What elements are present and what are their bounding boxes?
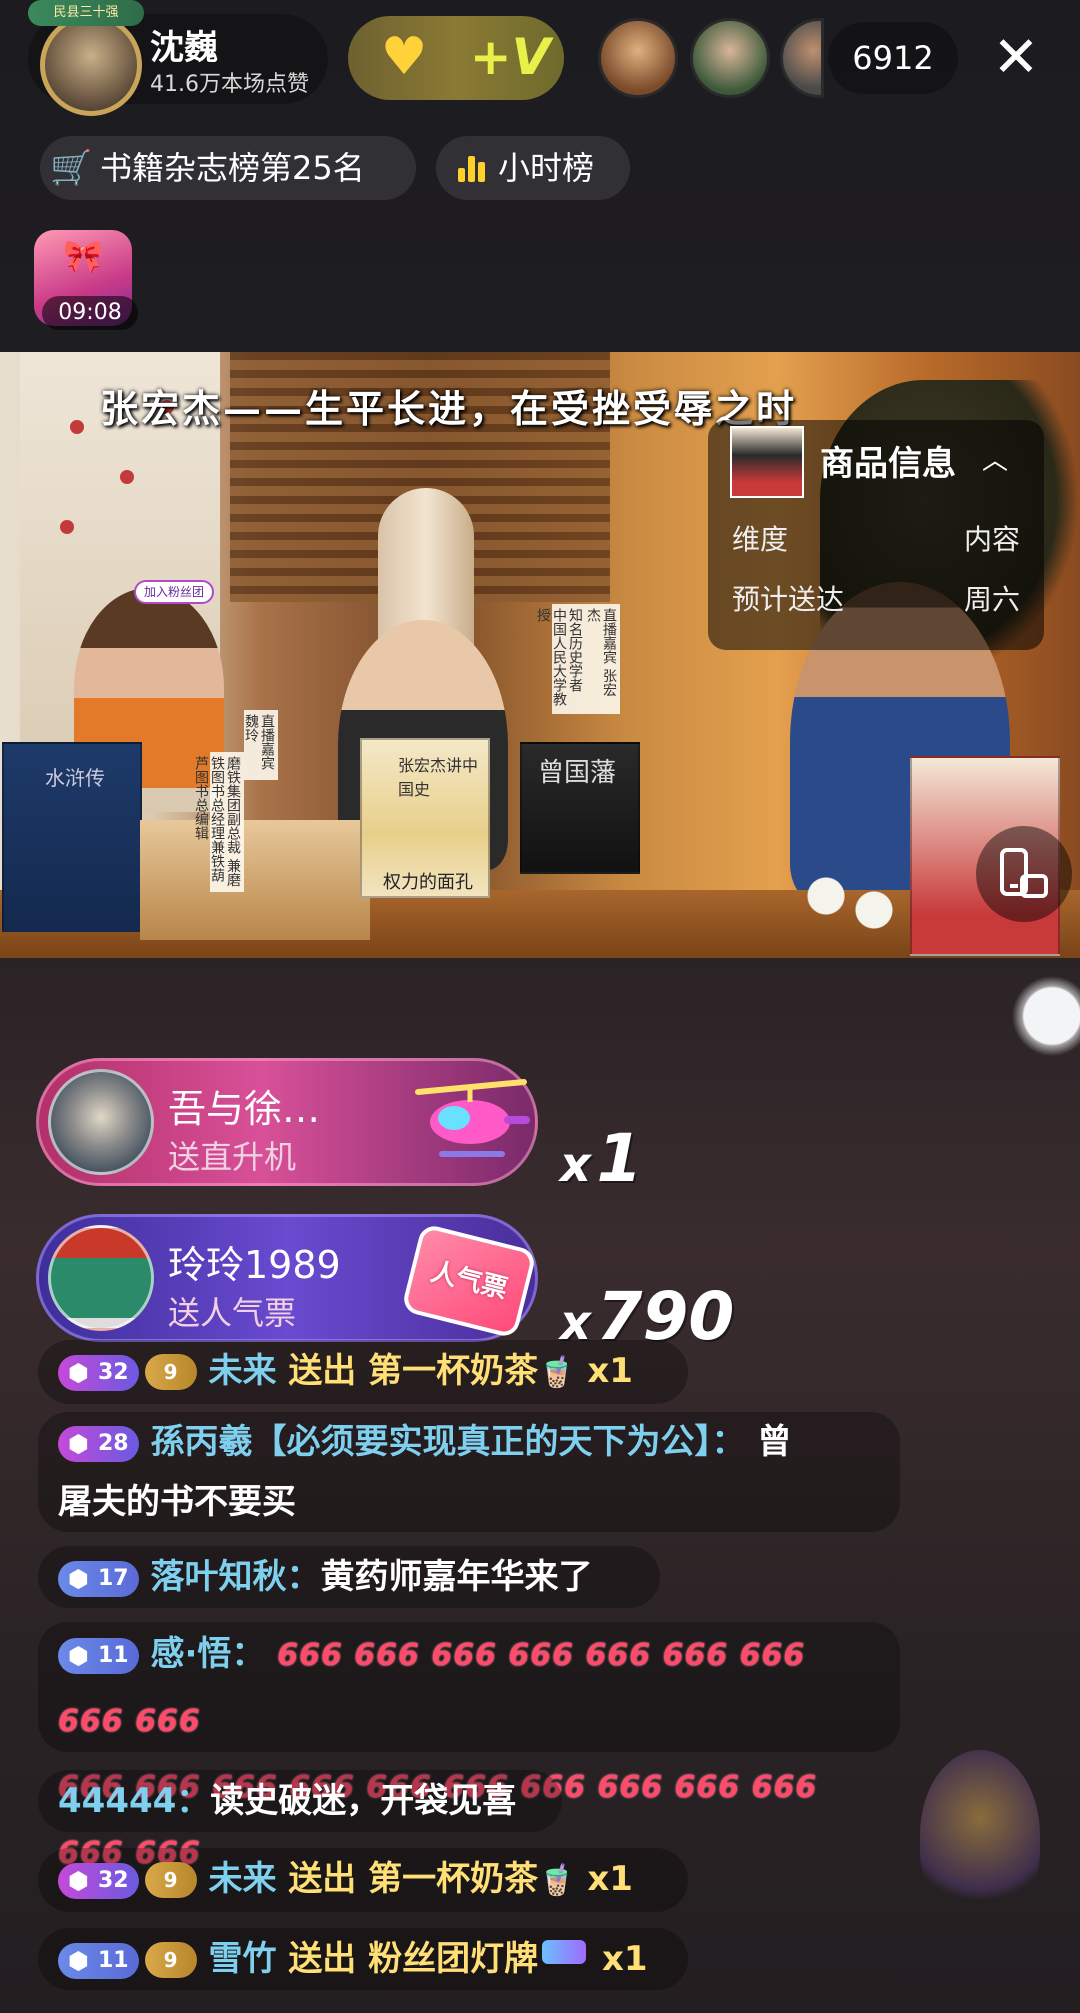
book-title: 水浒传 [45, 766, 105, 790]
gift-name: 粉丝团灯牌 [368, 1939, 539, 1979]
chat-username[interactable]: 孫丙羲【必须要实现真正的天下为公】： [150, 1422, 745, 1462]
user-level-badge: 32 [58, 1863, 139, 1899]
combo-x: x [560, 1137, 591, 1193]
host-likes-count: 41.6万本场点赞 [150, 72, 309, 97]
gift-sender-avatar[interactable] [48, 1069, 154, 1175]
chat-message[interactable]: 329 未来 送出 第一杯奶茶🧋 x1 [38, 1848, 688, 1912]
chat-username[interactable]: 雪竹 [208, 1939, 276, 1979]
rotate-screen-icon[interactable] [998, 846, 1048, 902]
gift-sender-avatar[interactable] [48, 1225, 154, 1331]
gift-count: x1 [587, 1351, 633, 1391]
user-level-badge: 11 [58, 1638, 139, 1674]
teacups [790, 868, 910, 938]
product-key: 预计送达 [732, 583, 845, 616]
gift-action: 送人气票 [168, 1294, 297, 1332]
chat-username[interactable]: 落叶知秋： [150, 1557, 320, 1597]
red-packet-timer: 09:08 [42, 296, 138, 330]
chat-message[interactable]: 119 雪竹 送出 粉丝团灯牌 x1 [38, 1928, 688, 1990]
host-title-plate: 磨铁集团副总裁 兼磨铁图书总经理兼铁葫芦图书总编辑 [193, 752, 244, 892]
host-name[interactable]: 沈巍 [150, 20, 218, 69]
chevron-up-icon[interactable]: ︿ [982, 440, 1008, 477]
chat-text: 屠夫的书不要买 [58, 1482, 296, 1522]
chat-username[interactable]: 44444： [58, 1781, 210, 1821]
user-level-badge: 11 [58, 1943, 139, 1979]
gift-sender-name: 玲玲1989 [168, 1243, 341, 1287]
gift-action: 送直升机 [168, 1138, 297, 1176]
user-level-badge: 32 [58, 1355, 139, 1391]
chat-message[interactable]: 17 落叶知秋：黄药师嘉年华来了 [38, 1546, 660, 1608]
chat-message[interactable]: 44444：读史破迷，开袋见喜 [38, 1770, 562, 1832]
chat-username[interactable]: 感·悟： [150, 1634, 265, 1674]
chat-text: 曾 [757, 1422, 792, 1462]
bow-icon: 🎀 [63, 237, 103, 275]
user-level-badge: 17 [58, 1561, 139, 1597]
gift-verb: 送出 [288, 1939, 357, 1979]
fan-club-badge: 9 [144, 1354, 197, 1390]
guest-nameplate: 直播嘉宾 张宏杰 [585, 604, 620, 714]
helicopter-icon [415, 1079, 530, 1157]
milk-tea-icon: 🧋 [538, 1863, 576, 1898]
book-rank-pill[interactable]: 书籍杂志榜第25名 [40, 136, 416, 200]
host-avatar[interactable] [40, 14, 142, 116]
join-fan-badge[interactable]: 加入粉丝团 [134, 580, 214, 604]
gift-name: 第一杯奶茶 [368, 1859, 539, 1899]
chat-message[interactable]: 329 未来 送出 第一杯奶茶🧋 x1 [38, 1340, 688, 1404]
heart-plus-icon[interactable]: ♥ [372, 30, 436, 84]
gift-verb: 送出 [288, 1859, 357, 1899]
light-sign-icon [542, 1940, 587, 1964]
gift-sender-name: 吾与徐… [168, 1087, 321, 1131]
viewer-avatar[interactable] [690, 18, 770, 98]
chat-username[interactable]: 未来 [208, 1859, 276, 1899]
combo-number: 1 [596, 1120, 643, 1197]
viewer-avatar[interactable] [598, 18, 678, 98]
gift-combo-count: x 1 [560, 1120, 642, 1197]
guest-title-plate: 知名历史学者 中国人民大学教授 [535, 604, 586, 714]
shopping-cart-icon: 🛒 [50, 148, 93, 188]
mascot-icon[interactable] [920, 1750, 1040, 1920]
product-thumbnail[interactable] [730, 426, 804, 498]
chat-text: 黄药师嘉年华来了 [320, 1557, 593, 1597]
gift-box-display [140, 820, 370, 940]
viewer-avatar[interactable] [780, 18, 824, 98]
blossom [120, 470, 134, 484]
gift-verb: 送出 [288, 1351, 357, 1391]
product-value: 内容 [963, 523, 1020, 556]
gift-count: x1 [602, 1939, 648, 1979]
gift-count: x1 [587, 1859, 633, 1899]
product-info-title[interactable]: 商品信息 [820, 436, 956, 485]
user-level-badge: 28 [58, 1426, 139, 1462]
blossom [60, 520, 74, 534]
host-nameplate: 直播嘉宾 魏玲 [243, 710, 278, 780]
host-rank-badge: 民县三十强 [28, 0, 144, 26]
close-icon[interactable]: ✕ [980, 22, 1052, 94]
gift-name: 第一杯奶茶 [368, 1351, 539, 1391]
vip-plus-icon[interactable]: +V [462, 26, 558, 88]
fan-club-badge: 9 [144, 1862, 197, 1898]
chat-username[interactable]: 未来 [208, 1351, 276, 1391]
book-title: 权力的面孔 [383, 872, 473, 893]
product-value: 周六 [963, 583, 1020, 616]
book-title: 曾国藩 [537, 758, 616, 788]
chat-message[interactable]: 11 感·悟： 666 666 666 666 666 666 666 666 … [38, 1622, 900, 1871]
book-title: 张宏杰讲中国史 [398, 756, 479, 799]
fan-club-badge: 9 [144, 1942, 197, 1978]
milk-tea-icon: 🧋 [538, 1355, 576, 1390]
blossom [70, 420, 84, 434]
bar-chart-icon [452, 148, 492, 188]
product-key: 维度 [732, 523, 789, 556]
chat-text: 读史破迷，开袋见喜 [210, 1781, 517, 1821]
viewer-count[interactable]: 6912 [828, 22, 958, 94]
cloud-decoration [1010, 976, 1080, 1056]
chat-message[interactable]: 28 孫丙羲【必须要实现真正的天下为公】： 曾 屠夫的书不要买 [38, 1412, 900, 1532]
